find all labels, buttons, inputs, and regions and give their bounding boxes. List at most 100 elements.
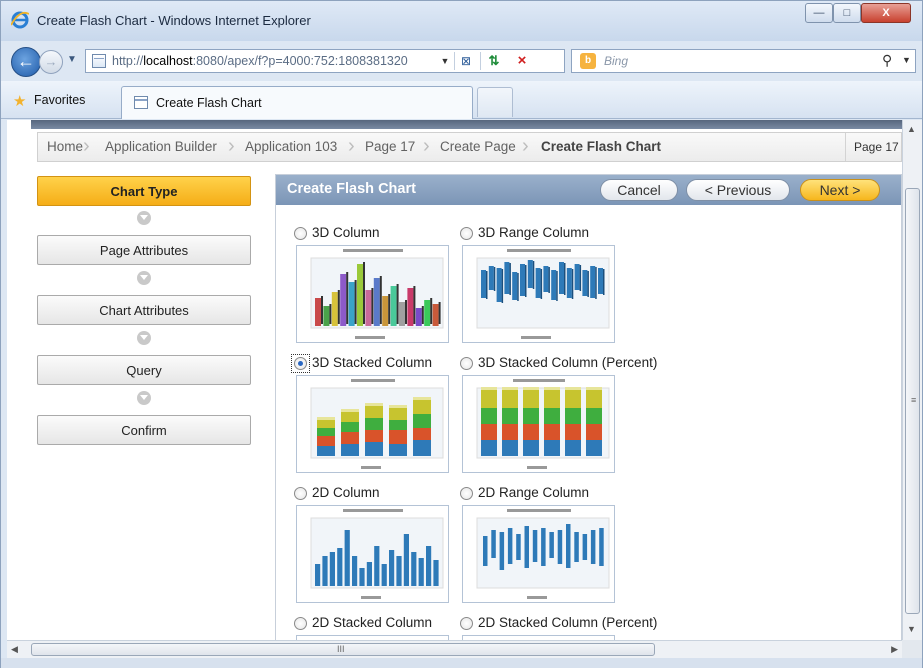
preview-bar-top bbox=[565, 387, 581, 390]
preview-bar bbox=[363, 262, 365, 324]
horizontal-scroll-thumb[interactable]: III bbox=[31, 643, 655, 656]
option-label[interactable]: 3D Range Column bbox=[478, 225, 589, 240]
preview-bar bbox=[544, 408, 560, 424]
option-label[interactable]: 2D Stacked Column bbox=[312, 615, 432, 630]
rss-feed-button[interactable]: ⊠ bbox=[458, 53, 474, 69]
preview-bar bbox=[407, 288, 414, 326]
magnifier-icon[interactable]: ⚲ bbox=[882, 52, 892, 69]
thumbnail-2d-column[interactable] bbox=[296, 505, 449, 603]
radio-3d-column[interactable] bbox=[294, 227, 307, 240]
radio-2d-column[interactable] bbox=[294, 487, 307, 500]
cancel-button[interactable]: Cancel bbox=[600, 179, 678, 201]
chevron-right-icon: › bbox=[83, 135, 90, 157]
breadcrumb: Home › Application Builder › Application… bbox=[37, 132, 902, 162]
scroll-right-icon[interactable]: ▶ bbox=[891, 644, 898, 655]
previous-button[interactable]: < Previous bbox=[686, 179, 790, 201]
preview-bar bbox=[430, 298, 433, 324]
breadcrumb-application[interactable]: Application 103 bbox=[245, 133, 337, 161]
address-bar[interactable]: http://localhost:8080/apex/f?p=4000:752:… bbox=[85, 49, 565, 73]
back-arrow-icon: ← bbox=[17, 51, 35, 71]
preview-bar bbox=[481, 424, 497, 440]
wizard-step-query[interactable]: Query bbox=[37, 355, 251, 385]
breadcrumb-application-builder[interactable]: Application Builder bbox=[105, 133, 217, 161]
preview-bar bbox=[564, 263, 566, 295]
chevron-down-icon[interactable]: ▼ bbox=[902, 55, 911, 65]
preview-bar bbox=[512, 272, 518, 300]
preview-bar bbox=[415, 308, 422, 326]
region-title: Create Flash Chart bbox=[287, 181, 416, 197]
preview-bar bbox=[315, 298, 321, 326]
preview-bar bbox=[329, 304, 332, 324]
radio-3d-range-column[interactable] bbox=[460, 227, 473, 240]
preview-bar bbox=[481, 270, 486, 298]
breadcrumb-page[interactable]: Page 17 bbox=[365, 133, 415, 161]
close-button[interactable]: X bbox=[861, 3, 911, 23]
wizard-step-confirm[interactable]: Confirm bbox=[37, 415, 251, 445]
address-url[interactable]: http://localhost:8080/apex/f?p=4000:752:… bbox=[112, 54, 432, 68]
scroll-left-icon[interactable]: ◀ bbox=[11, 644, 18, 655]
option-label[interactable]: 2D Range Column bbox=[478, 485, 589, 500]
preview-bar bbox=[413, 440, 431, 456]
address-dropdown-button[interactable]: ▼ bbox=[438, 53, 452, 69]
refresh-button[interactable]: ⇅ bbox=[486, 53, 502, 69]
preview-bar bbox=[421, 306, 424, 324]
radio-2d-stacked-column[interactable] bbox=[294, 617, 307, 630]
breadcrumb-home[interactable]: Home bbox=[47, 133, 83, 161]
option-label[interactable]: 3D Stacked Column bbox=[312, 355, 432, 370]
preview-bar bbox=[317, 428, 335, 436]
wizard-step-page-attributes[interactable]: Page Attributes bbox=[37, 235, 251, 265]
back-button[interactable]: ← bbox=[11, 47, 41, 77]
thumbnail-3d-range-column[interactable] bbox=[462, 245, 615, 343]
option-label[interactable]: 3D Stacked Column (Percent) bbox=[478, 355, 657, 370]
preview-bar bbox=[413, 428, 431, 440]
option-label[interactable]: 2D Column bbox=[312, 485, 380, 500]
preview-bar bbox=[549, 532, 554, 558]
preview-bar bbox=[551, 270, 557, 300]
star-icon[interactable]: ★ bbox=[13, 92, 26, 110]
thumbnail-3d-stacked-column-percent[interactable] bbox=[462, 375, 615, 473]
preview-bar bbox=[574, 532, 579, 562]
horizontal-scrollbar[interactable]: ◀ III ▶ bbox=[7, 640, 902, 658]
preview-bar bbox=[348, 282, 355, 326]
preview-bar bbox=[516, 534, 521, 560]
scrollbar-corner bbox=[902, 640, 922, 658]
option-label[interactable]: 2D Stacked Column (Percent) bbox=[478, 615, 657, 630]
thumbnail-2d-range-column[interactable] bbox=[462, 505, 615, 603]
preview-bar bbox=[365, 418, 383, 430]
thumbnail-3d-column[interactable] bbox=[296, 245, 449, 343]
maximize-button[interactable]: □ bbox=[833, 3, 861, 23]
option-label[interactable]: 3D Column bbox=[312, 225, 380, 240]
preview-bar-top bbox=[544, 387, 560, 390]
search-box[interactable]: b Bing ⚲ ▼ bbox=[571, 49, 916, 73]
rss-feed-icon: ⊠ bbox=[460, 54, 472, 68]
recent-pages-dropdown[interactable]: ▼ bbox=[67, 54, 79, 68]
wizard-step-chart-attributes[interactable]: Chart Attributes bbox=[37, 295, 251, 325]
scroll-down-icon[interactable]: ▼ bbox=[907, 624, 916, 634]
preview-bar bbox=[501, 269, 504, 303]
url-rest: :8080/apex/f?p=4000:752:1808381320 bbox=[192, 54, 408, 68]
vertical-scrollbar[interactable]: ▲ ≡ ▼ bbox=[902, 120, 922, 640]
forward-button[interactable]: → bbox=[39, 50, 63, 74]
stop-button[interactable]: × bbox=[514, 52, 530, 70]
search-input[interactable]: Bing bbox=[604, 54, 628, 68]
thumbnail-3d-stacked-column[interactable] bbox=[296, 375, 449, 473]
radio-2d-stacked-column-percent[interactable] bbox=[460, 617, 473, 630]
preview-3d-stacked-column bbox=[297, 376, 448, 472]
radio-3d-stacked-column-percent[interactable] bbox=[460, 357, 473, 370]
next-button[interactable]: Next > bbox=[800, 179, 880, 201]
favorites-button[interactable]: Favorites bbox=[34, 93, 85, 107]
tab-create-flash-chart[interactable]: Create Flash Chart bbox=[121, 86, 473, 119]
breadcrumb-create-page[interactable]: Create Page bbox=[440, 133, 516, 161]
preview-bar bbox=[496, 268, 502, 302]
scroll-up-icon[interactable]: ▲ bbox=[907, 124, 916, 134]
preview-bar bbox=[590, 530, 596, 564]
vertical-scroll-thumb[interactable]: ≡ bbox=[905, 188, 920, 614]
preview-bar bbox=[389, 408, 407, 420]
preview-bar bbox=[590, 266, 596, 298]
radio-2d-range-column[interactable] bbox=[460, 487, 473, 500]
preview-bar bbox=[556, 271, 558, 301]
minimize-button[interactable]: — bbox=[805, 3, 833, 23]
preview-bar bbox=[359, 568, 365, 586]
new-tab-button[interactable] bbox=[477, 87, 513, 117]
preview-bar bbox=[389, 444, 407, 456]
